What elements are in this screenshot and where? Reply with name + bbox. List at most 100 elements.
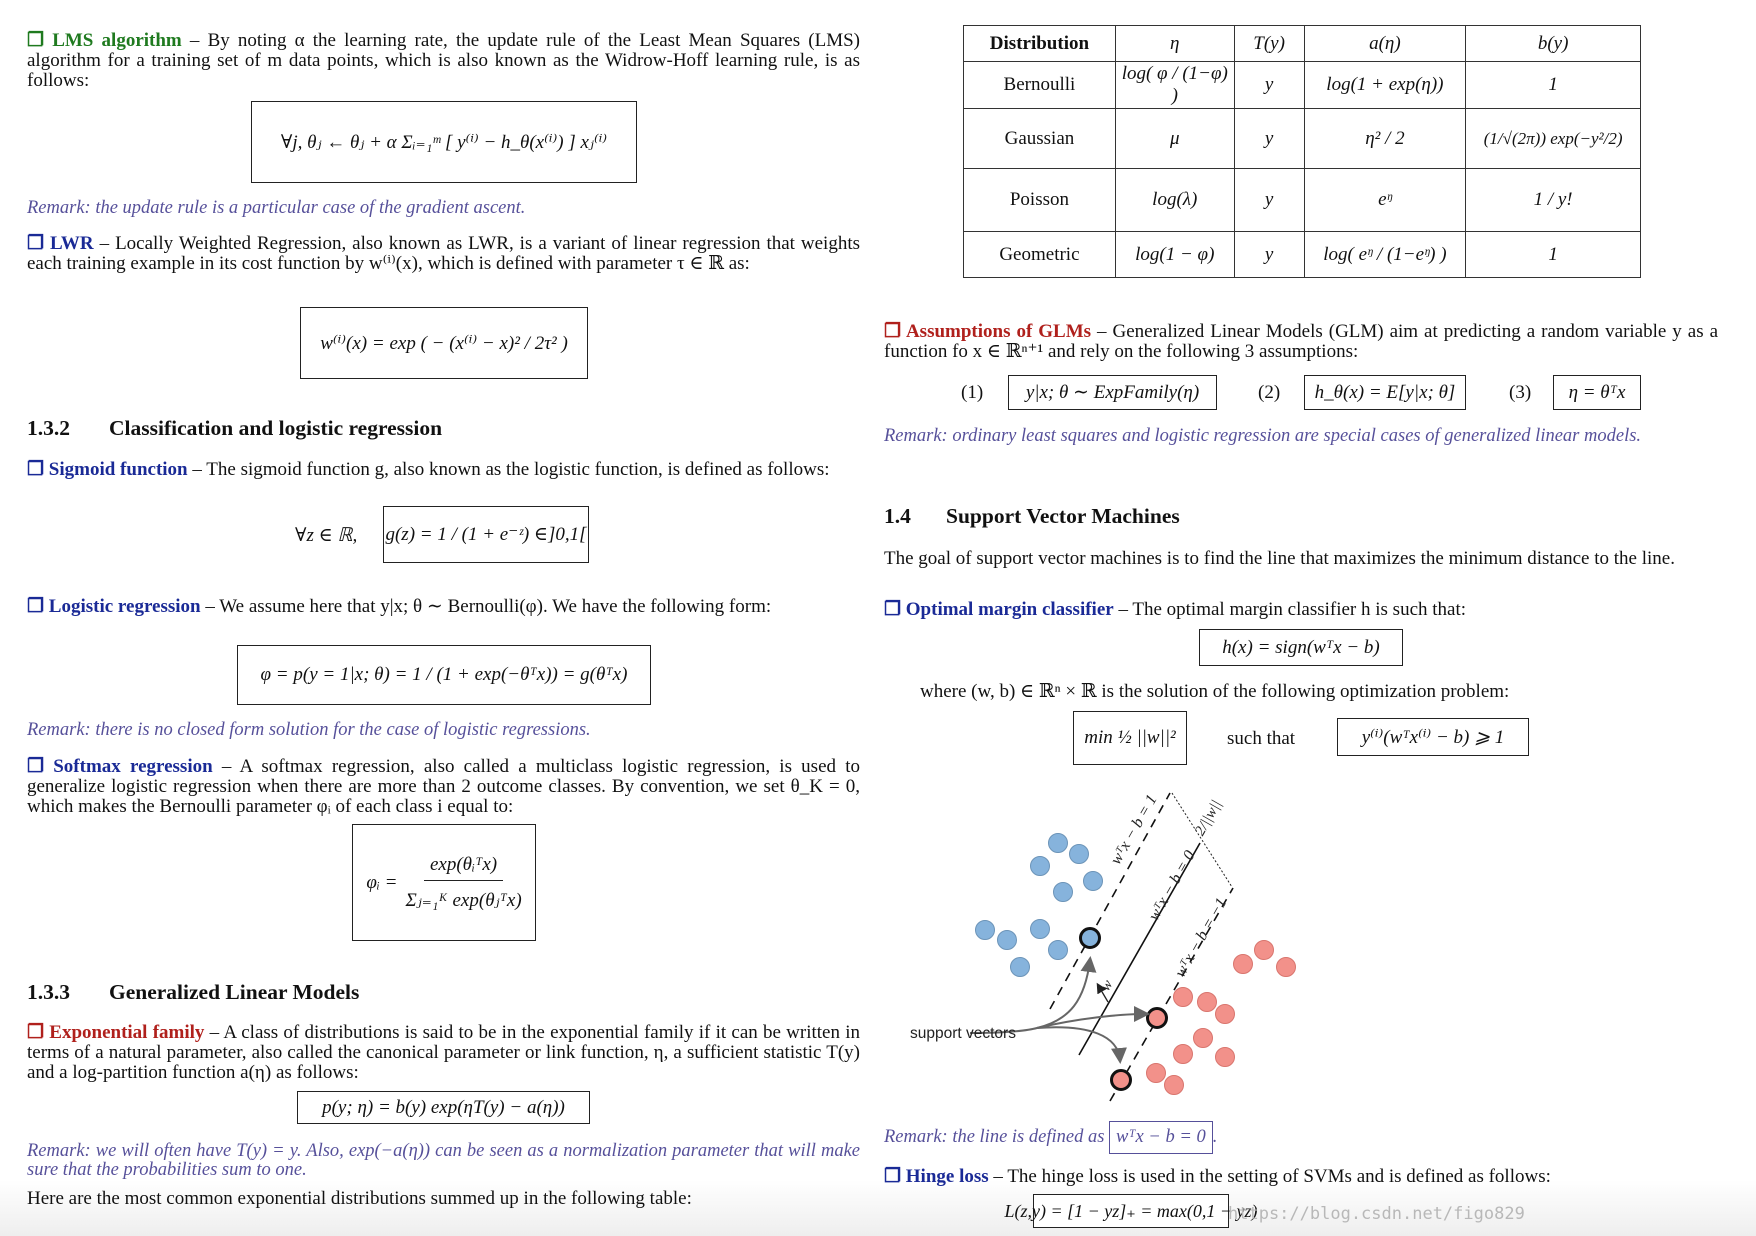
lms-remark: Remark: the update rule is a particular …	[27, 198, 526, 218]
table-header: η	[1114, 25, 1235, 62]
glm-paragraph: ❐ Assumptions of GLMs – Generalized Line…	[884, 322, 1718, 362]
red-point	[1173, 1044, 1193, 1064]
expfamily-title: ❐ Exponential family	[27, 1022, 205, 1043]
red-point	[1164, 1075, 1184, 1095]
section-heading-1-3-3: 1.3.3 Generalized Linear Models	[27, 980, 359, 1005]
sigmoid-prefix: ∀z ∈ ℝ,	[295, 525, 358, 546]
table-header: T(y)	[1233, 25, 1305, 62]
logistic-paragraph: ❐ Logistic regression – We assume here t…	[27, 597, 860, 617]
table-row: Poisson log(λ) y eᵑ 1 / y!	[963, 168, 1641, 232]
logistic-text: – We assume here that y|x; θ ∼ Bernoulli…	[200, 596, 772, 617]
table-header-row: Distribution η T(y) a(η) b(y)	[963, 25, 1641, 62]
support-vector-point	[1146, 1007, 1168, 1029]
red-point	[1215, 1004, 1235, 1024]
table-intro: Here are the most common exponential dis…	[27, 1188, 692, 1209]
table-row: Gaussian μ y η² / 2 (1/√(2π)) exp(−y²/2)	[963, 108, 1641, 169]
line-remark-end: .	[1212, 1127, 1218, 1147]
logistic-formula-box: φ = p(y = 1|x; θ) = 1 / (1 + exp(−θᵀx)) …	[237, 645, 651, 705]
section-heading-1-3-2: 1.3.2 Classification and logistic regress…	[27, 416, 442, 441]
watermark: https://blog.csdn.net/figo829	[1228, 1204, 1525, 1224]
expfamily-formula-box: p(y; η) = b(y) exp(ηT(y) − a(η))	[297, 1091, 590, 1124]
support-vector-arrow	[1036, 1006, 1150, 1029]
softmax-paragraph: ❐ Softmax regression – A softmax regress…	[27, 757, 860, 817]
line-label-zero: wᵀx − b = 0	[1145, 848, 1198, 924]
table-cell: log(1 + exp(η))	[1303, 61, 1467, 109]
red-point	[1215, 1047, 1235, 1067]
softmax-numerator: exp(θᵢᵀx)	[423, 854, 504, 881]
lwr-formula-box: w⁽ⁱ⁾(x) = exp ( − (x⁽ⁱ⁾ − x)² / 2τ² )	[300, 307, 588, 379]
softmax-lhs: φᵢ =	[366, 871, 398, 893]
blue-point	[1083, 871, 1103, 891]
softmax-fraction: exp(θᵢᵀx) Σⱼ₌₁ᴷ exp(θⱼᵀx)	[405, 854, 521, 912]
table-cell: μ	[1114, 108, 1235, 169]
table-cell: 1	[1465, 61, 1641, 109]
omc-formula-box: h(x) = sign(wᵀx − b)	[1199, 629, 1403, 666]
softmax-denominator: Σⱼ₌₁ᴷ exp(θⱼᵀx)	[405, 889, 522, 911]
table-cell: y	[1233, 108, 1305, 169]
svm-figure: support vectors wᵀx − b = 1 wᵀx − b = 0 …	[910, 792, 1296, 1102]
expfamily-remark: Remark: we will often have T(y) = y. Als…	[27, 1141, 860, 1180]
red-point	[1254, 940, 1274, 960]
glm-remark: Remark: ordinary least squares and logis…	[884, 426, 1642, 446]
table-cell: 1	[1465, 231, 1641, 278]
line-label-plus: wᵀx − b = 1	[1107, 792, 1160, 868]
assumption-label: (2)	[1258, 382, 1281, 403]
table-cell: y	[1233, 61, 1305, 109]
hinge-formula-box: L(z,y) = [1 − yz]₊ = max(0,1 − yz)	[1004, 1194, 1258, 1228]
table-header: a(η)	[1303, 25, 1467, 62]
blue-point	[997, 930, 1017, 950]
blue-point	[1030, 919, 1050, 939]
section-number: 1.3.2	[27, 416, 70, 440]
section-number: 1.4	[884, 504, 911, 528]
assumption-formula-box: h_θ(x) = E[y|x; θ]	[1304, 375, 1466, 410]
w-label: w	[1098, 977, 1117, 994]
table-cell: log(λ)	[1114, 168, 1235, 232]
distribution-table: Distribution η T(y) a(η) b(y) Bernoulli …	[963, 25, 1641, 278]
table-header: Distribution	[963, 25, 1116, 62]
softmax-title: ❐ Softmax regression	[27, 756, 213, 777]
section-title: Support Vector Machines	[946, 504, 1180, 528]
assumption-formula-box: η = θᵀx	[1553, 375, 1641, 410]
red-point	[1276, 957, 1296, 977]
table-cell: log( eᵑ / (1−eᵑ) )	[1303, 231, 1467, 278]
section-title: Classification and logistic regression	[109, 416, 443, 440]
support-vector-arrow	[1036, 1026, 1127, 1064]
table-cell: log(1 − φ)	[1114, 231, 1235, 278]
table-cell: Geometric	[963, 231, 1116, 278]
table-cell: y	[1233, 231, 1305, 278]
support-vector-point	[1110, 1069, 1132, 1091]
line-label-minus: wᵀx − b = −1	[1172, 895, 1231, 980]
table-cell: 1 / y!	[1465, 168, 1641, 232]
blue-point	[975, 920, 995, 940]
blue-point	[1069, 844, 1089, 864]
support-vector-point	[1079, 927, 1101, 949]
table-cell: η² / 2	[1303, 108, 1467, 169]
sigmoid-text: – The sigmoid function g, also known as …	[187, 459, 830, 480]
table-cell: Gaussian	[963, 108, 1116, 169]
sigmoid-title: ❐ Sigmoid function	[27, 459, 188, 480]
red-point	[1197, 992, 1217, 1012]
sigmoid-formula-box: g(z) = 1 / (1 + e⁻ᶻ) ∈]0,1[	[383, 506, 589, 563]
assumption-label: (1)	[961, 382, 984, 403]
lms-formula-box: ∀j, θⱼ ← θⱼ + α Σᵢ₌₁ᵐ [ y⁽ⁱ⁾ − h_θ(x⁽ⁱ⁾)…	[251, 101, 637, 183]
omc-title: ❐ Optimal margin classifier	[884, 599, 1114, 620]
section-number: 1.3.3	[27, 980, 70, 1004]
table-cell: y	[1233, 168, 1305, 232]
blue-point	[1048, 833, 1068, 853]
svm-intro: The goal of support vector machines is t…	[884, 548, 1675, 569]
lwr-text: – Locally Weighted Regression, also know…	[27, 233, 861, 274]
lwr-paragraph: ❐ LWR – Locally Weighted Regression, als…	[27, 234, 860, 274]
logistic-remark: Remark: there is no closed form solution…	[27, 720, 591, 740]
softmax-formula-box: φᵢ = exp(θᵢᵀx) Σⱼ₌₁ᴷ exp(θⱼᵀx)	[352, 824, 536, 941]
red-point	[1146, 1063, 1166, 1083]
min-formula-box: min ½ ||w||²	[1073, 711, 1187, 765]
red-point	[1193, 1028, 1213, 1048]
omc-text: – The optimal margin classifier h is suc…	[1113, 599, 1467, 620]
lms-title: ❐ LMS algorithm	[27, 30, 182, 51]
support-vectors-label: support vectors	[910, 1025, 1016, 1042]
section-title: Generalized Linear Models	[109, 980, 360, 1004]
blue-point	[1048, 940, 1068, 960]
omc-paragraph: ❐ Optimal margin classifier – The optima…	[884, 600, 1718, 620]
assumption-label: (3)	[1509, 382, 1532, 403]
lwr-title: ❐ LWR	[27, 233, 94, 254]
